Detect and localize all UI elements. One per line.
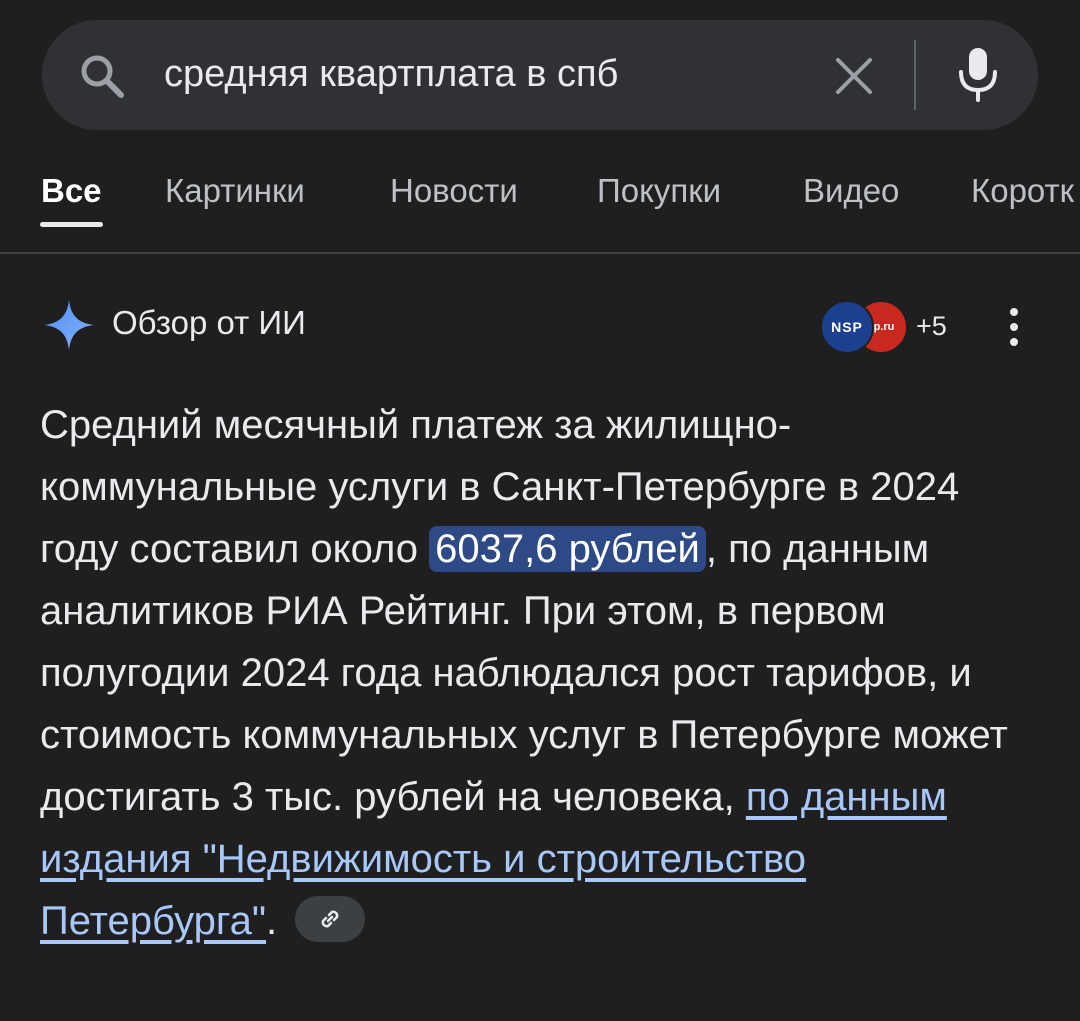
mic-icon[interactable] (956, 46, 1000, 104)
search-bar[interactable] (42, 20, 1038, 130)
close-icon[interactable] (832, 54, 876, 98)
search-input[interactable] (164, 44, 804, 104)
highlighted-value: 6037,6 рублей (429, 526, 706, 572)
ai-text-end: . (266, 899, 278, 943)
tab-images[interactable]: Картинки (165, 172, 305, 210)
more-vert-icon[interactable] (1004, 306, 1024, 348)
sources-button[interactable]: NSP p.ru +5 (820, 296, 960, 356)
tab-all[interactable]: Все (41, 172, 102, 210)
ai-overview-text: Средний месячный платеж за жилищно-комму… (40, 394, 1040, 952)
search-tabs: Все Картинки Новости Покупки Видео Корот… (0, 150, 1080, 254)
search-divider (914, 40, 916, 110)
tab-videos[interactable]: Видео (803, 172, 899, 210)
ai-overview-header: Обзор от ИИ NSP p.ru +5 (40, 292, 1040, 362)
search-icon (78, 52, 126, 100)
link-icon (321, 911, 339, 928)
link-chip-button[interactable] (295, 896, 366, 943)
source-logo-nsp: NSP (820, 300, 874, 354)
tab-shopping[interactable]: Покупки (597, 172, 721, 210)
sources-more-count: +5 (916, 311, 947, 341)
gemini-sparkle-icon (42, 298, 96, 352)
tab-news[interactable]: Новости (390, 172, 518, 210)
active-tab-indicator (40, 222, 103, 227)
tab-short-videos[interactable]: Коротк (971, 172, 1074, 210)
ai-overview-title: Обзор от ИИ (112, 304, 306, 341)
search-results-page: Все Картинки Новости Покупки Видео Корот… (0, 0, 1080, 1021)
